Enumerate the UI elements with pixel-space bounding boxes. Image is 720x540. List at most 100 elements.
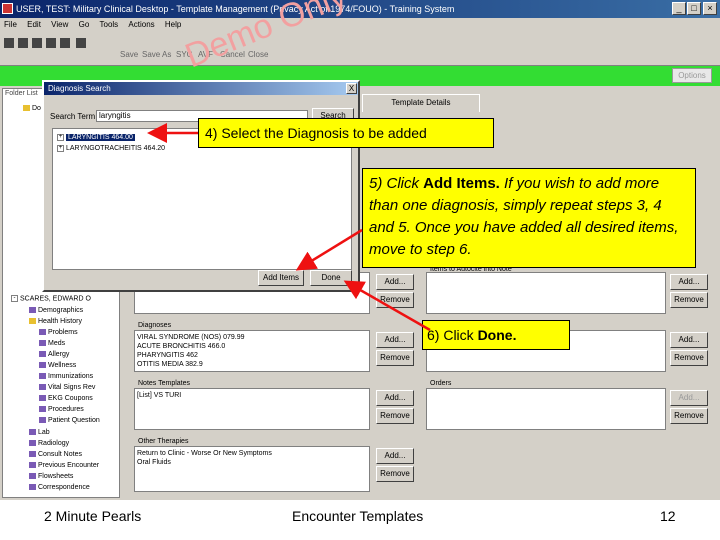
tab-template-details[interactable]: Template Details bbox=[362, 94, 480, 112]
tree-item[interactable]: Previous Encounter bbox=[29, 462, 99, 469]
window-title: USER, TEST: Military Clinical Desktop - … bbox=[16, 4, 455, 14]
result-row-selected[interactable]: + LARYNGITIS 464.00 bbox=[57, 133, 135, 142]
toolbar-save[interactable]: Save bbox=[120, 50, 138, 59]
tree-item[interactable]: Flowsheets bbox=[29, 473, 73, 480]
orders-list[interactable] bbox=[426, 388, 666, 430]
add-order-button[interactable]: Add... bbox=[670, 390, 708, 406]
tree-item[interactable]: Wellness bbox=[39, 362, 76, 369]
add-therapy-button[interactable]: Add... bbox=[376, 448, 414, 464]
add-button[interactable]: Add... bbox=[670, 274, 708, 290]
tree-item-label: Procedures bbox=[48, 406, 84, 413]
toolbar-save-as[interactable]: Save As bbox=[142, 50, 171, 59]
toolbar-icon[interactable] bbox=[4, 38, 14, 48]
diagnoses-label: Diagnoses bbox=[136, 322, 174, 329]
result-row[interactable]: + LARYNGOTRACHEITIS 464.20 bbox=[57, 144, 165, 153]
add-items-button[interactable]: Add Items bbox=[258, 270, 304, 286]
toolbar-icon[interactable] bbox=[32, 38, 42, 48]
tree-item[interactable]: Problems bbox=[39, 329, 78, 336]
document-icon bbox=[29, 473, 36, 480]
options-button[interactable]: Options bbox=[672, 68, 712, 83]
toolbar-icon[interactable] bbox=[18, 38, 28, 48]
toolbar-icon[interactable] bbox=[46, 38, 56, 48]
folder-list-header: Folder List bbox=[5, 90, 38, 97]
step6-text: 6) Click bbox=[427, 327, 478, 343]
menu-help[interactable]: Help bbox=[165, 18, 181, 32]
tree-item-label: Flowsheets bbox=[38, 473, 74, 480]
add-button[interactable]: Add... bbox=[376, 274, 414, 290]
tree-item[interactable]: Radiology bbox=[29, 440, 69, 447]
list-item[interactable]: VIRAL SYNDROME (NOS) 079.99 bbox=[137, 333, 367, 342]
tree-item[interactable]: Patient Question bbox=[39, 417, 100, 424]
dialog-close-icon[interactable]: X bbox=[346, 83, 357, 94]
search-results-tree[interactable]: + LARYNGITIS 464.00 + LARYNGOTRACHEITIS 46… bbox=[52, 128, 352, 270]
menu-tools[interactable]: Tools bbox=[100, 18, 119, 32]
diagnosis-search-dialog: Diagnosis Search X Search Term laryngiti… bbox=[42, 80, 360, 292]
list-item[interactable]: PHARYNGITIS 462 bbox=[137, 351, 367, 360]
step5-callout: 5) Click Add Items. If you wish to add m… bbox=[362, 168, 696, 268]
step6-bold: Done. bbox=[477, 327, 517, 343]
list-item[interactable]: [List] VS TURI bbox=[137, 391, 367, 400]
list-item[interactable]: OTITIS MEDIA 382.9 bbox=[137, 360, 367, 369]
other-therapies-list[interactable]: Return to Clinic - Worse Or New Symptoms… bbox=[134, 446, 370, 492]
tree-item-patient[interactable]: - SCARES, EDWARD O bbox=[11, 295, 91, 302]
menu-file[interactable]: File bbox=[4, 18, 17, 32]
tree-item-label: Demographics bbox=[38, 307, 84, 314]
tree-item[interactable]: Do bbox=[23, 105, 41, 112]
tree-item[interactable]: Vital Signs Rev bbox=[39, 384, 95, 391]
result-label[interactable]: LARYNGITIS 464.00 bbox=[66, 134, 135, 141]
remove-button[interactable]: Remove bbox=[376, 292, 414, 308]
toolbar-icon[interactable] bbox=[60, 38, 70, 48]
document-icon bbox=[39, 362, 46, 369]
diagnoses-list[interactable]: VIRAL SYNDROME (NOS) 079.99 ACUTE BRONCH… bbox=[134, 330, 370, 372]
menu-bar: File Edit View Go Tools Actions Help bbox=[0, 18, 720, 32]
tree-item-label: Meds bbox=[48, 340, 66, 347]
minimize-icon[interactable]: _ bbox=[672, 2, 686, 15]
done-button[interactable]: Done bbox=[310, 270, 352, 286]
remove-button[interactable]: Remove bbox=[670, 292, 708, 308]
remove-note-button[interactable]: Remove bbox=[376, 408, 414, 424]
tree-item[interactable]: EKG Coupons bbox=[39, 395, 93, 402]
list-item[interactable]: Oral Fluids bbox=[137, 458, 367, 467]
tree-item[interactable]: Meds bbox=[39, 340, 65, 347]
tree-item-label: Do bbox=[32, 105, 41, 112]
tree-item[interactable]: Allergy bbox=[39, 351, 69, 358]
step5-text: 5) Click bbox=[369, 175, 424, 192]
add-note-button[interactable]: Add... bbox=[376, 390, 414, 406]
list-item[interactable]: Return to Clinic - Worse Or New Symptoms bbox=[137, 449, 367, 458]
tree-item-label: Vital Signs Rev bbox=[48, 384, 96, 391]
step6-callout: 6) Click Done. bbox=[422, 320, 570, 350]
document-icon bbox=[39, 340, 46, 347]
tree-item-label: Patient Question bbox=[48, 417, 100, 424]
tree-item[interactable]: Procedures bbox=[39, 406, 84, 413]
expand-icon[interactable]: - bbox=[11, 295, 18, 302]
menu-edit[interactable]: Edit bbox=[27, 18, 41, 32]
toolbar-icon[interactable] bbox=[76, 38, 86, 48]
tree-item[interactable]: Immunizations bbox=[39, 373, 93, 380]
tree-item[interactable]: Health History bbox=[29, 318, 82, 325]
tree-item-label: Consult Notes bbox=[38, 451, 82, 458]
remove-button[interactable]: Remove bbox=[670, 350, 708, 366]
menu-go[interactable]: Go bbox=[79, 18, 90, 32]
maximize-icon[interactable]: □ bbox=[687, 2, 701, 15]
add-diagnosis-button[interactable]: Add... bbox=[376, 332, 414, 348]
autocite-list[interactable] bbox=[426, 272, 666, 314]
tree-item[interactable]: Consult Notes bbox=[29, 451, 82, 458]
window-title-bar: USER, TEST: Military Clinical Desktop - … bbox=[0, 0, 720, 18]
menu-view[interactable]: View bbox=[51, 18, 68, 32]
tree-item[interactable]: Correspondence bbox=[29, 484, 90, 491]
document-icon bbox=[29, 484, 36, 491]
menu-actions[interactable]: Actions bbox=[128, 18, 154, 32]
list-item[interactable]: ACUTE BRONCHITIS 466.0 bbox=[137, 342, 367, 351]
remove-diagnosis-button[interactable]: Remove bbox=[376, 350, 414, 366]
expand-icon[interactable]: + bbox=[57, 144, 64, 152]
notes-list[interactable]: [List] VS TURI bbox=[134, 388, 370, 430]
document-icon bbox=[39, 329, 46, 336]
remove-therapy-button[interactable]: Remove bbox=[376, 466, 414, 482]
expand-icon[interactable]: + bbox=[57, 133, 64, 141]
result-label[interactable]: LARYNGOTRACHEITIS 464.20 bbox=[66, 145, 165, 152]
close-window-icon[interactable]: × bbox=[703, 2, 717, 15]
tree-item[interactable]: Demographics bbox=[29, 307, 83, 314]
tree-item[interactable]: Lab bbox=[29, 429, 50, 436]
remove-order-button[interactable]: Remove bbox=[670, 408, 708, 424]
add-button[interactable]: Add... bbox=[670, 332, 708, 348]
